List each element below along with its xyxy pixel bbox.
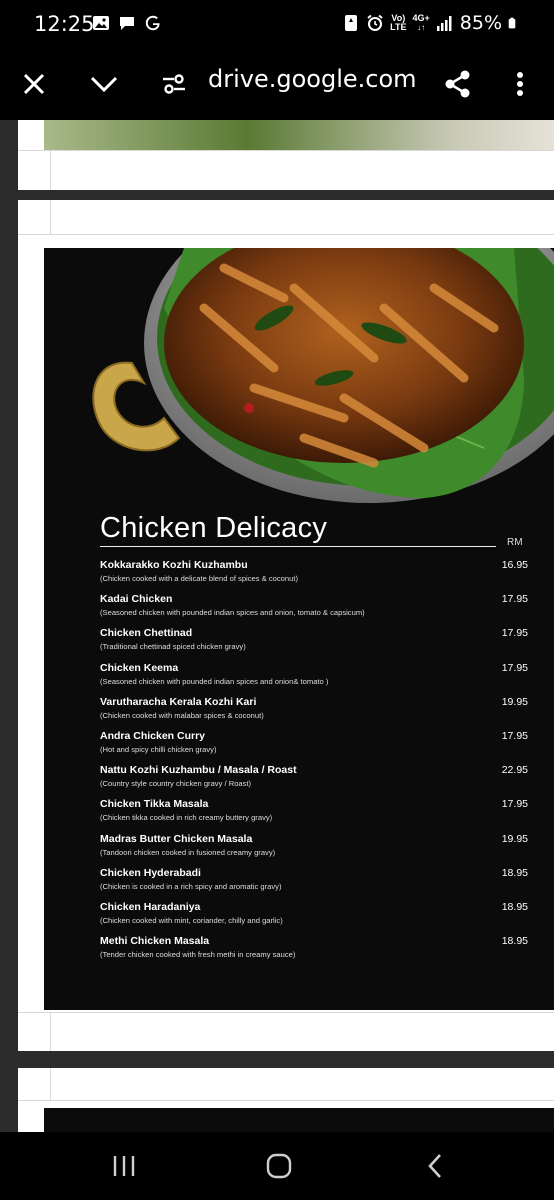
system-icons: Vo) LTE 4G+ ↓↑ 85% xyxy=(342,12,520,34)
menu-item: Chicken Keema (Seasoned chicken with poun… xyxy=(100,662,528,696)
menu-item-price: 17.95 xyxy=(501,627,528,640)
menu-item: Chicken Haradaniya (Chicken cooked with m… xyxy=(100,901,528,935)
menu-item-price: 18.95 xyxy=(501,866,528,879)
menu-item-description: (Country style country chicken gravy / R… xyxy=(100,779,252,789)
site-settings-icon xyxy=(163,74,185,94)
menu-item: Andra Chicken Curry (Hot and spicy chilli… xyxy=(100,730,528,764)
menu-item-price: 17.95 xyxy=(501,593,528,606)
menu-item-price: 18.95 xyxy=(501,935,528,948)
title-divider xyxy=(100,546,496,547)
recent-apps-button[interactable] xyxy=(102,1148,146,1184)
menu-item: Kadai Chicken (Seasoned chicken with poun… xyxy=(100,593,528,627)
menu-item-description: (Hot and spicy chilli chicken gravy) xyxy=(100,744,217,754)
menu-item-name: Chicken Chettinad xyxy=(100,627,193,640)
battery-icon xyxy=(508,17,516,29)
menu-item-description: (Traditional chettinad spiced chicken gr… xyxy=(100,642,246,652)
menu-item-name: Chicken Haradaniya xyxy=(100,900,201,913)
battery-percent: 85% xyxy=(459,12,502,34)
menu-item-description: (Tender chicken cooked with fresh methi … xyxy=(100,950,296,960)
menu-item-price: 18.95 xyxy=(501,900,528,913)
previous-page xyxy=(18,120,554,190)
menu-item-description: (Chicken is cooked in a rich spicy and a… xyxy=(100,881,282,891)
menu-item: Nattu Kozhi Kuzhambu / Masala / Roast (Co… xyxy=(100,764,528,798)
more-vert-icon xyxy=(517,72,523,96)
menu-item-price: 17.95 xyxy=(501,798,528,811)
menu-item: Kokkarakko Kozhi Kuzhambu (Chicken cooked… xyxy=(100,559,528,593)
gallery-icon xyxy=(93,16,109,30)
menu-item-description: (Chicken cooked with a delicate blend of… xyxy=(100,574,298,583)
back-icon xyxy=(428,1154,441,1178)
recent-apps-icon xyxy=(113,1156,135,1176)
menu-item-name: Chicken Hyderabadi xyxy=(100,866,201,879)
chevron-down-icon xyxy=(90,76,118,93)
menu-item: Madras Butter Chicken Masala (Tandoori ch… xyxy=(100,833,528,867)
menu-item-name: Chicken Tikka Masala xyxy=(100,798,209,811)
menu-item-description: (Chicken cooked with mint, coriander, ch… xyxy=(100,915,283,925)
menu-item-price: 19.95 xyxy=(501,695,528,708)
signal-icon xyxy=(436,16,452,31)
alarm-icon xyxy=(367,14,383,31)
menu-item-description: (Tandoori chicken cooked in fusioned cre… xyxy=(100,847,276,857)
chicken-dish-image xyxy=(92,248,554,503)
navigation-bar xyxy=(0,1132,554,1200)
more-options-button[interactable] xyxy=(498,62,542,106)
menu-items-list: Kokkarakko Kozhi Kuzhambu (Chicken cooked… xyxy=(100,559,528,969)
back-button[interactable] xyxy=(413,1148,457,1184)
menu-item: Chicken Chettinad (Traditional chettinad … xyxy=(100,627,528,661)
next-page xyxy=(18,1068,554,1132)
menu-item-price: 19.95 xyxy=(501,832,528,845)
currency-label: RM xyxy=(507,537,523,548)
close-icon xyxy=(23,73,45,95)
menu-title: Chicken Delicacy xyxy=(100,512,328,544)
menu-item-name: Chicken Keema xyxy=(100,661,179,674)
home-button[interactable] xyxy=(257,1148,301,1184)
volte-indicator: Vo) LTE xyxy=(390,14,406,32)
menu-item-name: Andra Chicken Curry xyxy=(100,729,206,742)
previous-page-image xyxy=(44,120,554,150)
menu-item-price: 17.95 xyxy=(501,661,528,674)
menu-item-name: Madras Butter Chicken Masala xyxy=(100,832,253,845)
menu-item-description: (Chicken cooked with malabar spices & co… xyxy=(100,710,264,720)
status-time: 12:25 xyxy=(34,12,95,36)
menu-item-price: 22.95 xyxy=(501,764,528,777)
menu-item-description: (Seasoned chicken with pounded indian sp… xyxy=(100,676,329,686)
menu-item-price: 16.95 xyxy=(501,559,528,571)
document-viewer[interactable]: Chicken Delicacy RM Kokkarakko Kozhi Kuz… xyxy=(0,120,554,1132)
status-bar: 12:25 Vo) LTE 4G+ ↓↑ 85% xyxy=(0,0,554,48)
close-button[interactable] xyxy=(12,62,56,106)
site-settings-button[interactable] xyxy=(152,62,196,106)
home-icon xyxy=(266,1153,292,1179)
network-gen: 4G+ ↓↑ xyxy=(412,13,430,33)
network-gen-label: 4G+ xyxy=(412,13,430,23)
menu-item: Chicken Hyderabadi (Chicken is cooked in … xyxy=(100,867,528,901)
menu-item-name: Kokkarakko Kozhi Kuzhambu xyxy=(100,559,248,571)
menu-item-name: Varutharacha Kerala Kozhi Kari xyxy=(100,695,257,708)
google-icon xyxy=(145,15,160,31)
chat-icon xyxy=(120,17,134,30)
menu-item-description: (Seasoned chicken with pounded indian sp… xyxy=(100,608,365,618)
menu-item-name: Methi Chicken Masala xyxy=(100,935,210,948)
next-page-image xyxy=(44,1108,554,1132)
save-icon xyxy=(345,15,358,31)
menu-card: Chicken Delicacy RM Kokkarakko Kozhi Kuz… xyxy=(44,248,554,1010)
share-button[interactable] xyxy=(436,62,480,106)
url-text[interactable]: drive.google.com xyxy=(208,65,417,93)
menu-item: Chicken Tikka Masala (Chicken tikka cooke… xyxy=(100,798,528,832)
menu-item-name: Kadai Chicken xyxy=(100,593,173,606)
collapse-button[interactable] xyxy=(82,62,126,106)
lte-label: LTE xyxy=(390,22,407,32)
menu-item-name: Nattu Kozhi Kuzhambu / Masala / Roast xyxy=(100,764,297,777)
share-icon xyxy=(445,70,470,98)
menu-item: Varutharacha Kerala Kozhi Kari (Chicken c… xyxy=(100,696,528,730)
menu-item-price: 17.95 xyxy=(501,729,528,742)
notification-icons xyxy=(92,14,162,32)
menu-item: Methi Chicken Masala (Tender chicken cook… xyxy=(100,935,528,969)
browser-toolbar: drive.google.com xyxy=(0,48,554,120)
menu-item-description: (Chicken tikka cooked in rich creamy but… xyxy=(100,813,273,823)
